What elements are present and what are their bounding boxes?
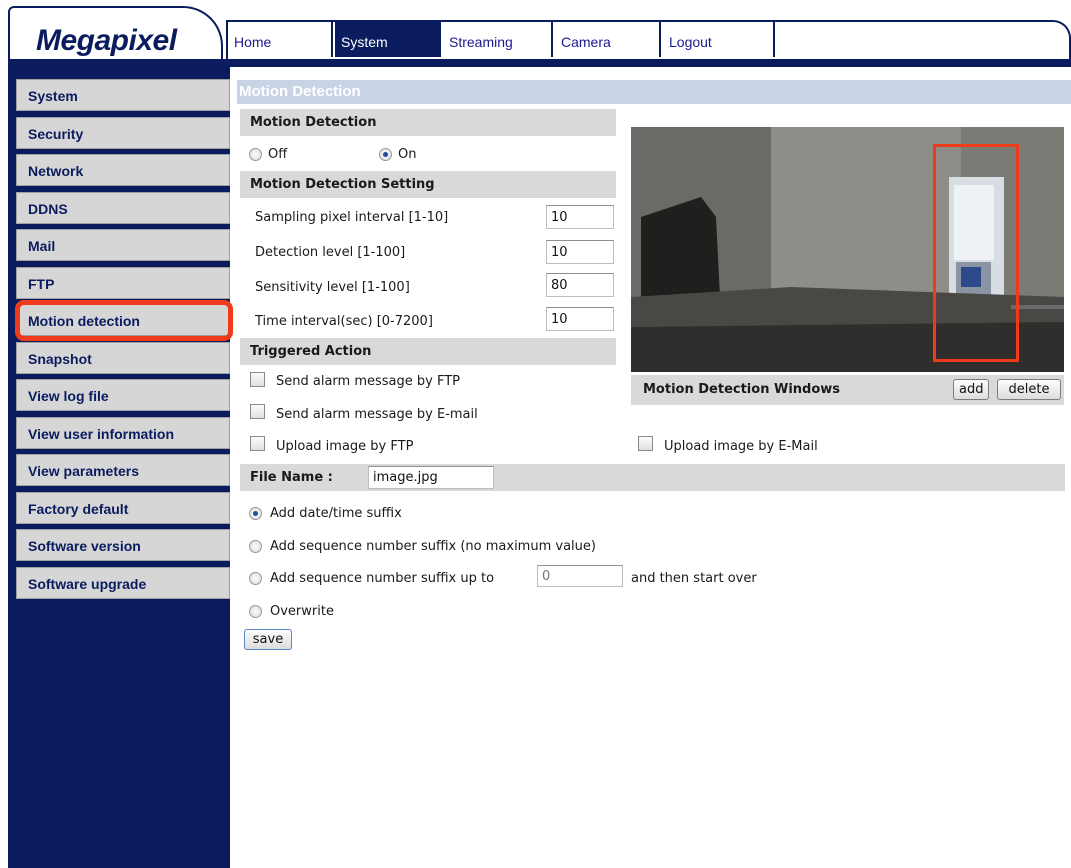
sequence-limit-input[interactable]: [537, 565, 623, 587]
start-over-label: and then start over: [631, 571, 757, 586]
tab-system[interactable]: System: [335, 22, 441, 57]
overwrite-label: Overwrite: [270, 604, 334, 619]
upload-ftp-checkbox[interactable]: [250, 436, 265, 451]
tab-camera[interactable]: Camera: [555, 22, 661, 57]
sidebar-item-factory-default[interactable]: Factory default: [16, 492, 230, 524]
ftp-alarm-checkbox[interactable]: [250, 372, 265, 387]
time-interval-input[interactable]: [546, 307, 614, 331]
tab-label: Camera: [561, 34, 611, 50]
sidebar-item-mail[interactable]: Mail: [16, 229, 230, 261]
motion-on-label: On: [398, 147, 417, 162]
tab-label: Streaming: [449, 34, 513, 50]
motion-on-radio[interactable]: [379, 148, 392, 161]
tab-label: Logout: [669, 34, 712, 50]
sidebar-item-network[interactable]: Network: [16, 154, 230, 186]
file-name-bar: File Name :: [240, 464, 1065, 491]
brand-logo: Megapixel: [36, 24, 177, 57]
sidebar-item-view-parameters[interactable]: View parameters: [16, 454, 230, 486]
detection-level-input[interactable]: [546, 240, 614, 264]
sidebar-item-security[interactable]: Security: [16, 117, 230, 149]
sidebar-item-system[interactable]: System: [16, 79, 230, 111]
sidebar-item-ddns[interactable]: DDNS: [16, 192, 230, 224]
ftp-alarm-label: Send alarm message by FTP: [276, 374, 460, 389]
email-alarm-label: Send alarm message by E-mail: [276, 407, 478, 422]
header-divider: [8, 59, 1071, 67]
page-title: Motion Detection: [237, 80, 1071, 104]
motion-detection-window[interactable]: [933, 144, 1019, 362]
add-window-button[interactable]: add: [953, 379, 989, 400]
sidebar-item-view-log-file[interactable]: View log file: [16, 379, 230, 411]
sensitivity-level-input[interactable]: [546, 273, 614, 297]
suffix-datetime-label: Add date/time suffix: [270, 506, 402, 521]
motion-off-radio[interactable]: [249, 148, 262, 161]
email-alarm-checkbox[interactable]: [250, 404, 265, 419]
file-name-input[interactable]: [368, 466, 494, 489]
motion-detection-heading: Motion Detection: [240, 109, 616, 136]
file-name-label: File Name :: [250, 470, 333, 485]
sampling-interval-input[interactable]: [546, 205, 614, 229]
sidebar-item-snapshot[interactable]: Snapshot: [16, 342, 230, 374]
motion-windows-label: Motion Detection Windows: [643, 382, 841, 397]
delete-window-button[interactable]: delete: [997, 379, 1061, 400]
logo-tab: Megapixel: [8, 6, 223, 66]
sampling-interval-label: Sampling pixel interval [1-10]: [255, 210, 449, 225]
save-button[interactable]: save: [244, 629, 292, 650]
suffix-sequence-limit-radio[interactable]: [249, 572, 262, 585]
sidebar-item-ftp[interactable]: FTP: [16, 267, 230, 299]
sidebar-item-software-version[interactable]: Software version: [16, 529, 230, 561]
sidebar: System Security Network DDNS Mail FTP Mo…: [8, 67, 230, 868]
motion-setting-heading: Motion Detection Setting: [240, 171, 616, 198]
detection-level-label: Detection level [1-100]: [255, 245, 406, 260]
tab-streaming[interactable]: Streaming: [443, 22, 553, 57]
sidebar-item-motion-detection[interactable]: Motion detection: [16, 304, 230, 336]
tab-logout[interactable]: Logout: [663, 22, 775, 57]
suffix-sequence-radio[interactable]: [249, 540, 262, 553]
triggered-action-heading: Triggered Action: [240, 338, 616, 365]
upload-ftp-label: Upload image by FTP: [276, 439, 414, 454]
upload-email-label: Upload image by E-Mail: [664, 439, 818, 454]
tab-home[interactable]: Home: [228, 22, 333, 57]
sensitivity-level-label: Sensitivity level [1-100]: [255, 280, 410, 295]
suffix-datetime-radio[interactable]: [249, 507, 262, 520]
tab-label: Home: [234, 34, 272, 50]
time-interval-label: Time interval(sec) [0-7200]: [255, 314, 433, 329]
sidebar-item-view-user-information[interactable]: View user information: [16, 417, 230, 449]
motion-off-label: Off: [268, 147, 288, 162]
suffix-sequence-label: Add sequence number suffix (no maximum v…: [270, 539, 596, 554]
sidebar-item-software-upgrade[interactable]: Software upgrade: [16, 567, 230, 599]
tab-label: System: [341, 34, 388, 50]
suffix-sequence-limit-label: Add sequence number suffix up to: [270, 571, 495, 586]
upload-email-checkbox[interactable]: [638, 436, 653, 451]
overwrite-radio[interactable]: [249, 605, 262, 618]
